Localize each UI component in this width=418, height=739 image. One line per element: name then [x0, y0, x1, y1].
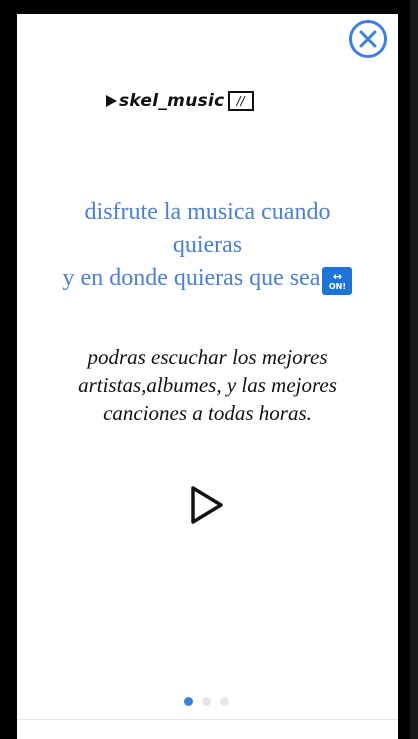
pagination-dots — [184, 697, 229, 706]
on-badge-text: ON! — [328, 282, 347, 291]
subtitle: podras escuchar los mejores artistas,alb… — [17, 343, 398, 427]
headline: disfrute la musica cuando quieras y en d… — [17, 196, 398, 295]
logo-play-icon — [106, 95, 117, 107]
page-dot-3[interactable] — [220, 697, 229, 706]
page-dot-1[interactable] — [184, 697, 193, 706]
divider — [17, 719, 398, 720]
play-icon — [191, 486, 223, 524]
logo-box: // — [227, 91, 254, 111]
logo-text: skel_music — [119, 91, 225, 111]
scrollbar[interactable] — [410, 0, 418, 739]
headline-line-2: quieras — [172, 232, 243, 258]
headline-line-1: disfrute la musica cuando — [84, 199, 331, 225]
page-dot-2[interactable] — [202, 697, 211, 706]
play-button[interactable] — [187, 483, 227, 527]
headline-line-3-text: y en donde quieras que sea — [62, 265, 321, 291]
subtitle-line-3: canciones a todas horas. — [103, 401, 312, 425]
on-badge-icon: ↔ ON! — [322, 267, 353, 295]
headline-line-3: y en donde quieras que sea ↔ ON! — [17, 262, 398, 295]
close-icon — [359, 30, 377, 48]
subtitle-line-2: artistas,albumes, y las mejores — [78, 373, 337, 397]
subtitle-line-1: podras escuchar los mejores — [87, 345, 328, 369]
close-button[interactable] — [349, 20, 387, 58]
double-arrow-icon: ↔ — [332, 270, 343, 283]
app-logo: skel_music // — [106, 88, 254, 114]
